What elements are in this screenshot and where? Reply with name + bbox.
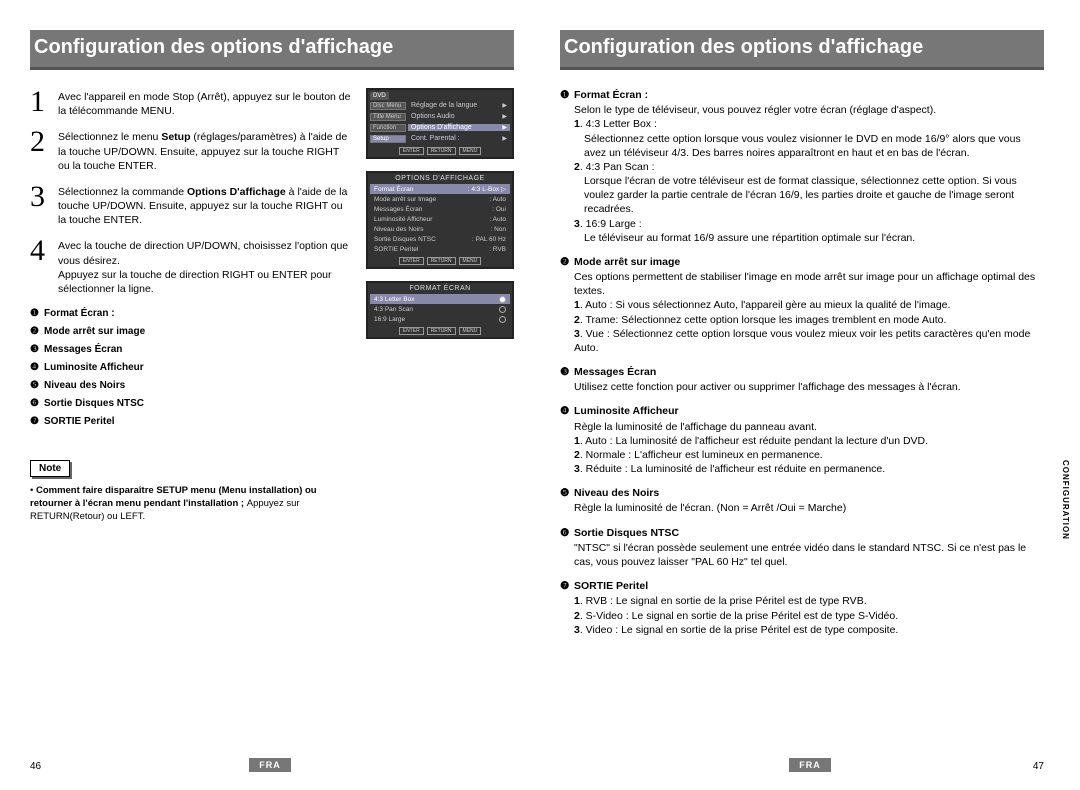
page-left: Configuration des options d'affichage 1 … <box>0 0 540 790</box>
step-body: Sélectionnez la commande Options D'affic… <box>58 183 352 228</box>
step-2: 2 Sélectionnez le menu Setup (réglages/p… <box>30 128 352 173</box>
step-number: 2 <box>30 128 52 173</box>
quick-option-2: ❷Mode arrêt sur image <box>30 326 352 337</box>
banner-left: Configuration des options d'affichage <box>30 30 514 70</box>
quick-option-4: ❹Luminosite Afficheur <box>30 362 352 373</box>
note-text: • Comment faire disparaître SETUP menu (… <box>30 485 352 523</box>
osd-screen-format: FORMAT ÉCRAN 4:3 Letter Box 4:3 Pan Scan… <box>366 281 514 339</box>
step-number: 4 <box>30 237 52 296</box>
step-1: 1 Avec l'appareil en mode Stop (Arrêt), … <box>30 88 352 118</box>
page-right: Configuration des options d'affichage ❶F… <box>540 0 1080 790</box>
item-format-ecran: ❶Format Écran : Selon le type de télévis… <box>560 88 1044 245</box>
quick-option-7: ❼SORTIE Peritel <box>30 416 352 427</box>
item-messages-ecran: ❸Messages Écran Utilisez cette fonction … <box>560 365 1044 394</box>
quick-option-1: ❶Format Écran : <box>30 308 352 319</box>
page-spread: Configuration des options d'affichage 1 … <box>0 0 1080 790</box>
step-body: Sélectionnez le menu Setup (réglages/par… <box>58 128 352 173</box>
note-box: Note <box>30 460 70 477</box>
osd-figures: DVD Disc MenuRéglage de la langue▶ Title… <box>366 88 514 524</box>
osd-setup-menu: DVD Disc MenuRéglage de la langue▶ Title… <box>366 88 514 159</box>
item-mode-arret: ❷Mode arrêt sur image Ces options permet… <box>560 255 1044 355</box>
banner-right: Configuration des options d'affichage <box>560 30 1044 70</box>
quick-option-5: ❺Niveau des Noirs <box>30 380 352 391</box>
item-luminosite: ❹Luminosite Afficheur Règle la luminosit… <box>560 404 1044 476</box>
section-tab: CONFIGURATION <box>1061 460 1070 540</box>
step-4: 4 Avec la touche de direction UP/DOWN, c… <box>30 237 352 296</box>
quick-options-list: ❶Format Écran : ❷Mode arrêt sur image ❸M… <box>30 308 352 427</box>
osd-display-options: OPTIONS D'AFFICHAGE Format Écran: 4:3 L-… <box>366 171 514 269</box>
lang-badge: FRA <box>789 758 831 772</box>
item-sortie-ntsc: ❻Sortie Disques NTSC "NTSC" si l'écran p… <box>560 526 1044 570</box>
step-number: 3 <box>30 183 52 228</box>
lang-badge: FRA <box>249 758 291 772</box>
step-body: Avec la touche de direction UP/DOWN, cho… <box>58 237 352 296</box>
step-3: 3 Sélectionnez la commande Options D'aff… <box>30 183 352 228</box>
item-niveau-noirs: ❺Niveau des Noirs Règle la luminosité de… <box>560 486 1044 515</box>
step-number: 1 <box>30 88 52 118</box>
quick-option-6: ❻Sortie Disques NTSC <box>30 398 352 409</box>
step-body: Avec l'appareil en mode Stop (Arrêt), ap… <box>58 88 352 118</box>
quick-option-3: ❸Messages Écran <box>30 344 352 355</box>
item-sortie-peritel: ❼SORTIE Peritel 1. RVB : Le signal en so… <box>560 579 1044 637</box>
